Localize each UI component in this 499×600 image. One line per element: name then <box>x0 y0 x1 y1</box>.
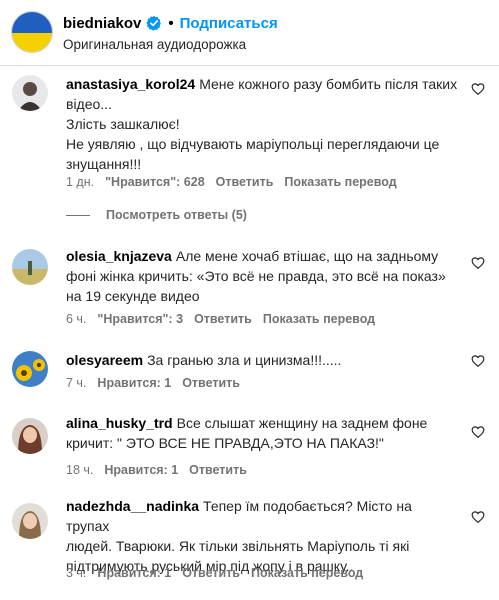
comment-text-line: Не уявляю , що відчувають маріупольці пе… <box>66 136 440 152</box>
reply-button[interactable]: Ответить <box>182 376 240 390</box>
comment-username[interactable]: olesia_knjazeva <box>66 248 172 264</box>
translate-button[interactable]: Показать перевод <box>263 312 375 326</box>
comment-text-line: фоні жінка кричить: «Это всё не правда, … <box>66 268 446 284</box>
comment-username[interactable]: nadezhda__nadinka <box>66 498 199 514</box>
comment-time: 6 ч. <box>66 312 87 326</box>
comment-time: 1 дн. <box>66 175 95 189</box>
author-username[interactable]: biedniakov <box>63 15 141 32</box>
verified-badge-icon <box>146 15 162 31</box>
comment-meta: 7 ч. Нравится: 1 Ответить <box>66 376 240 390</box>
view-replies-button[interactable]: Посмотреть ответы (5) <box>66 208 247 222</box>
author-avatar[interactable] <box>11 11 53 53</box>
view-replies-label: Посмотреть ответы (5) <box>106 208 247 222</box>
reply-button[interactable]: Ответить <box>194 312 252 326</box>
likes-count[interactable]: "Нравится": 628 <box>105 175 205 189</box>
commenter-avatar[interactable] <box>12 75 48 111</box>
comment-text-line: Все слышат женщину на заднем фоне <box>176 415 428 431</box>
instagram-reel-comments: biedniakov • Подписаться Оригинальная ау… <box>0 0 499 600</box>
like-heart-icon[interactable] <box>471 256 485 270</box>
post-header: biedniakov • Подписаться Оригинальная ау… <box>0 0 499 66</box>
like-heart-icon[interactable] <box>471 354 485 368</box>
reply-button[interactable]: Ответить <box>216 175 274 189</box>
comment-text-line: кричит: " ЭТО ВСЕ НЕ ПРАВДА,ЭТО НА ПАКАЗ… <box>66 435 384 451</box>
comment-text-line: За гранью зла и цинизма!!!..... <box>147 352 342 368</box>
like-heart-icon[interactable] <box>471 425 485 439</box>
comment-username[interactable]: alina_husky_trd <box>66 415 173 431</box>
comment-text-line: відео... <box>66 96 112 112</box>
likes-count[interactable]: "Нравится": 3 <box>97 312 183 326</box>
comment-text-line: людей. Тварюки. Як тільки звільнять Марі… <box>66 538 410 554</box>
comment-text-line: Злість зашкалює! <box>66 116 180 132</box>
like-heart-icon[interactable] <box>471 510 485 524</box>
comment-username[interactable]: anastasiya_korol24 <box>66 76 195 92</box>
comment-time: 7 ч. <box>66 376 87 390</box>
comment-text-line: на 19 секунде видео <box>66 288 200 304</box>
comment-username[interactable]: olesyareem <box>66 352 143 368</box>
commenter-avatar[interactable] <box>12 418 48 454</box>
translate-button[interactable]: Показать перевод <box>284 175 396 189</box>
comment-text-line: знущання!!! <box>66 156 142 172</box>
header-separator: • <box>168 14 174 32</box>
replies-divider <box>66 214 90 216</box>
reply-button[interactable]: Ответить <box>189 463 247 477</box>
commenter-avatar[interactable] <box>12 351 48 387</box>
comment-text-line: Мене кожного разу бомбить після таких <box>199 76 458 92</box>
likes-count[interactable]: Нравится: 1 <box>97 566 171 580</box>
commenter-avatar[interactable] <box>12 249 48 285</box>
like-heart-icon[interactable] <box>471 82 485 96</box>
likes-count[interactable]: Нравится: 1 <box>104 463 178 477</box>
comment-time: 3 ч. <box>66 566 87 580</box>
reply-button[interactable]: Ответить <box>182 566 240 580</box>
comment-meta: 6 ч. "Нравится": 3 Ответить Показать пер… <box>66 312 375 326</box>
comment-time: 18 ч. <box>66 463 94 477</box>
commenter-avatar[interactable] <box>12 503 48 539</box>
comment-text-line: Але мене хочаб втішає, що на задньому <box>175 248 439 264</box>
likes-count[interactable]: Нравится: 1 <box>97 376 171 390</box>
comment-meta: 3 ч. Нравится: 1 Ответить Показать перев… <box>66 566 363 580</box>
comment-meta: 1 дн. "Нравится": 628 Ответить Показать … <box>66 175 397 189</box>
translate-button[interactable]: Показать перевод <box>251 566 363 580</box>
follow-button[interactable]: Подписаться <box>180 15 278 32</box>
audio-label[interactable]: Оригинальная аудиодорожка <box>63 37 246 52</box>
comment-meta: 18 ч. Нравится: 1 Ответить <box>66 463 247 477</box>
